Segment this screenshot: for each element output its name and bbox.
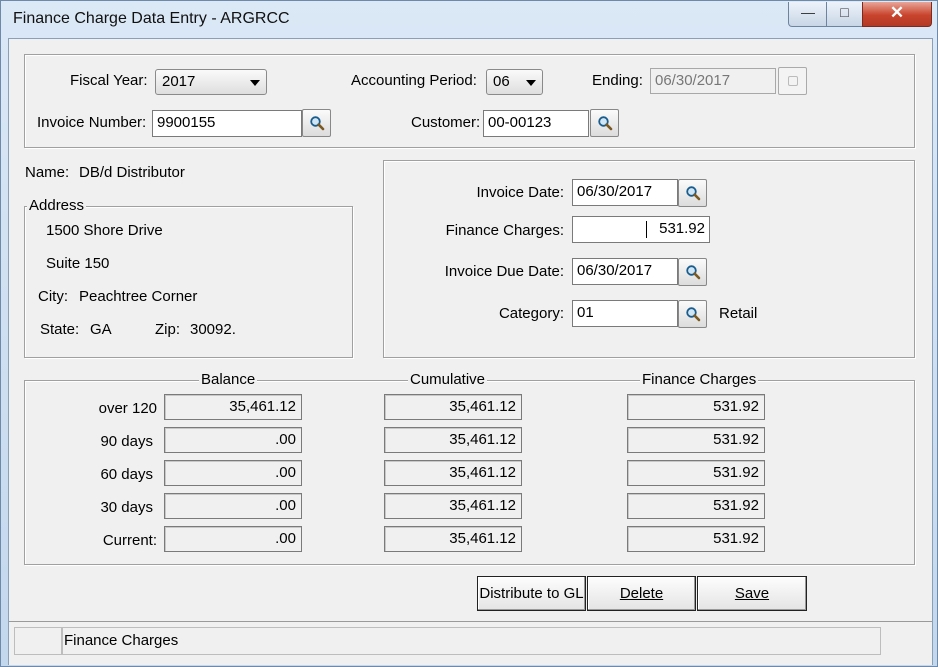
balance-column-header: Balance <box>199 371 258 388</box>
balance-cell: 35,461.12 <box>164 394 302 420</box>
magnifier-icon <box>309 116 324 131</box>
title-bar[interactable]: Finance Charge Data Entry - ARGRCC — □ ✕ <box>1 1 937 38</box>
fiscal-year-label: Fiscal Year: <box>70 72 148 89</box>
zip-value: 30092. <box>190 321 236 338</box>
customer-lookup-button[interactable] <box>590 109 619 137</box>
finance-charges-label: Finance Charges: <box>445 222 564 239</box>
maximize-button[interactable]: □ <box>826 2 863 27</box>
invoice-due-date-input[interactable]: 06/30/2017 <box>572 258 678 285</box>
customer-label: Customer: <box>411 114 481 131</box>
finance-charges-cell: 531.92 <box>627 493 765 519</box>
magnifier-icon <box>597 116 612 131</box>
finance-charges-cell: 531.92 <box>627 526 765 552</box>
status-segment-empty <box>14 627 63 655</box>
balance-cell: .00 <box>164 493 302 519</box>
distribute-to-gl-button[interactable]: Distribute to GL <box>477 576 586 611</box>
fiscal-year-value: 2017 <box>162 73 196 90</box>
chevron-down-icon <box>250 80 260 86</box>
chevron-down-icon <box>526 80 536 86</box>
accounting-period-value: 06 <box>493 73 510 90</box>
address-legend: Address <box>27 197 87 214</box>
balance-cell: .00 <box>164 526 302 552</box>
delete-button[interactable]: Delete <box>587 576 696 611</box>
balance-cell: .00 <box>164 427 302 453</box>
aging-row-label: 90 days <box>100 433 153 450</box>
aging-row-label: Current: <box>102 532 157 549</box>
invoice-number-label: Invoice Number: <box>37 114 147 131</box>
window-title: Finance Charge Data Entry - ARGRCC <box>13 10 290 27</box>
category-lookup-button[interactable] <box>678 300 707 328</box>
save-button[interactable]: Save <box>697 576 807 611</box>
cumulative-cell: 35,461.12 <box>384 526 522 552</box>
ending-label: Ending: <box>592 72 643 89</box>
finance-charges-column-header: Finance Charges <box>640 371 759 388</box>
minimize-button[interactable]: — <box>788 2 828 27</box>
balance-cell: .00 <box>164 460 302 486</box>
magnifier-icon <box>685 186 700 201</box>
state-value: GA <box>90 321 112 338</box>
category-description: Retail <box>719 305 758 322</box>
invoice-date-label: Invoice Date: <box>476 184 564 201</box>
state-label: State: <box>40 321 80 338</box>
fiscal-year-select[interactable]: 2017 <box>155 69 267 95</box>
cumulative-cell: 35,461.12 <box>384 394 522 420</box>
name-label: Name: <box>25 164 70 181</box>
finance-charges-cell: 531.92 <box>627 460 765 486</box>
customer-input[interactable]: 00-00123 <box>483 110 589 137</box>
category-label: Category: <box>498 305 564 322</box>
city-value: Peachtree Corner <box>79 288 198 305</box>
customer-name: DB/d Distributor <box>79 164 185 181</box>
finance-charges-cell: 531.92 <box>627 427 765 453</box>
city-label: City: <box>38 288 68 305</box>
aging-row-label: over 120 <box>98 400 157 417</box>
status-segment-message: Finance Charges <box>61 627 881 655</box>
cumulative-column-header: Cumulative <box>408 371 488 388</box>
zip-label: Zip: <box>155 321 181 338</box>
calendar-icon <box>787 76 798 86</box>
finance-charges-cell: 531.92 <box>627 394 765 420</box>
form-client-area: Fiscal Year: 2017 Accounting Period: 06 … <box>8 38 933 665</box>
status-text: Finance Charges <box>64 632 179 649</box>
aging-row-label: 30 days <box>100 499 153 516</box>
magnifier-icon <box>685 265 700 280</box>
invoice-date-lookup-button[interactable] <box>678 179 707 207</box>
finance-charges-input[interactable]: 531.92 <box>572 216 710 243</box>
application-window: Finance Charge Data Entry - ARGRCC — □ ✕… <box>0 0 938 667</box>
status-bar: Finance Charges <box>9 621 932 665</box>
finance-charges-value: 531.92 <box>659 220 705 237</box>
address-line2: Suite 150 <box>46 255 110 272</box>
ending-date-picker-button <box>778 67 807 95</box>
cumulative-cell: 35,461.12 <box>384 427 522 453</box>
accounting-period-select[interactable]: 06 <box>486 69 543 95</box>
invoice-due-date-lookup-button[interactable] <box>678 258 707 286</box>
invoice-number-input[interactable]: 9900155 <box>152 110 302 137</box>
invoice-number-lookup-button[interactable] <box>302 109 331 137</box>
close-icon: ✕ <box>889 3 905 22</box>
ending-date-field: 06/30/2017 <box>650 68 776 94</box>
maximize-icon: □ <box>840 4 849 20</box>
invoice-due-date-label: Invoice Due Date: <box>444 263 564 280</box>
minimize-icon: — <box>801 4 815 20</box>
accounting-period-label: Accounting Period: <box>351 72 477 89</box>
cumulative-cell: 35,461.12 <box>384 460 522 486</box>
text-cursor <box>646 221 647 238</box>
category-input[interactable]: 01 <box>572 300 678 327</box>
close-button[interactable]: ✕ <box>862 2 932 27</box>
address-line1: 1500 Shore Drive <box>46 222 163 239</box>
aging-row-label: 60 days <box>100 466 153 483</box>
magnifier-icon <box>685 307 700 322</box>
cumulative-cell: 35,461.12 <box>384 493 522 519</box>
invoice-date-input[interactable]: 06/30/2017 <box>572 179 678 206</box>
